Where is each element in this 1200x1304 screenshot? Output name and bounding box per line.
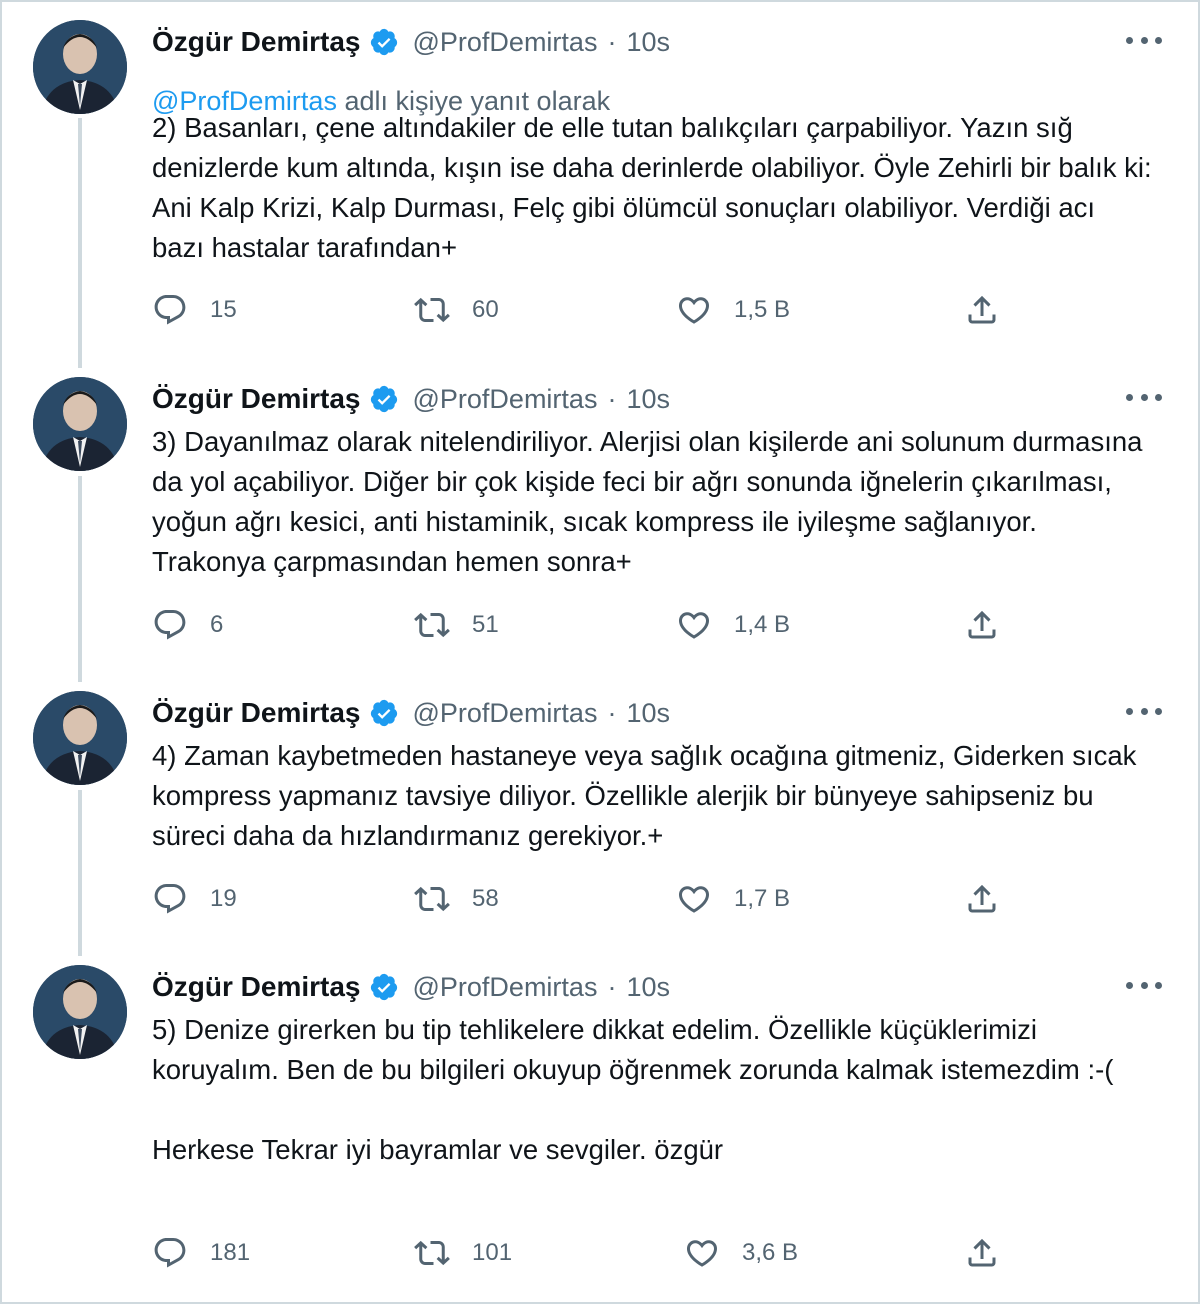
like-button[interactable]: 1,7 B <box>676 877 790 921</box>
author-name[interactable]: Özgür Demirtaş <box>152 26 361 58</box>
avatar[interactable] <box>33 377 127 471</box>
like-count: 1,5 B <box>734 296 791 323</box>
heart-icon <box>678 886 710 913</box>
tweet-header: Özgür Demirtaş @ProfDemirtas · 10s <box>152 695 670 731</box>
retweet-button[interactable]: 51 <box>414 603 499 647</box>
tweet-text: 4) Zaman kaybetmeden hastaneye veya sağl… <box>152 736 1152 856</box>
like-button[interactable]: 3,6 B <box>684 1231 798 1275</box>
reply-count: 6 <box>210 611 224 638</box>
heart-icon <box>678 612 710 639</box>
more-icon[interactable] <box>1126 32 1162 48</box>
like-count: 1,7 B <box>734 885 791 912</box>
reply-button[interactable]: 15 <box>152 288 237 332</box>
tweet[interactable]: Özgür Demirtaş @ProfDemirtas · 10s 3) Da… <box>0 377 1200 667</box>
tweet-actions: 19 58 1,7 B <box>152 877 1052 921</box>
avatar-image <box>33 965 127 1059</box>
separator: · <box>607 383 617 414</box>
verified-badge-icon <box>370 973 397 1001</box>
tweet-text: 2) Basanları, çene altındakiler de elle … <box>152 108 1152 268</box>
retweet-count: 51 <box>472 611 499 638</box>
retweet-button[interactable]: 60 <box>414 288 499 332</box>
tweet-timestamp[interactable]: 10s <box>626 384 670 415</box>
share-button[interactable] <box>964 877 1000 921</box>
reply-icon <box>154 884 186 914</box>
tweet-text: 3) Dayanılmaz olarak nitelendiriliyor. A… <box>152 422 1152 582</box>
author-handle[interactable]: @ProfDemirtas <box>413 27 598 58</box>
tweet-text-paragraph: Herkese Tekrar iyi bayramlar ve sevgiler… <box>152 1134 724 1165</box>
reply-icon <box>154 1238 186 1268</box>
retweet-icon <box>414 886 450 912</box>
reply-count: 15 <box>210 296 237 323</box>
avatar[interactable] <box>33 691 127 785</box>
avatar[interactable] <box>33 20 127 114</box>
heart-icon <box>686 1240 718 1267</box>
reply-button[interactable]: 19 <box>152 877 237 921</box>
tweet[interactable]: Özgür Demirtaş @ProfDemirtas · 10s @Prof… <box>0 20 1200 350</box>
author-handle[interactable]: @ProfDemirtas <box>413 698 598 729</box>
verified-badge-icon <box>370 699 397 727</box>
tweet-text-paragraph: 5) Denize girerken bu tip tehlikelere di… <box>152 1014 1114 1085</box>
separator: · <box>607 26 617 57</box>
retweet-button[interactable]: 58 <box>414 877 499 921</box>
reply-button[interactable]: 181 <box>152 1231 250 1275</box>
more-icon[interactable] <box>1126 703 1162 719</box>
retweet-icon <box>414 297 450 323</box>
retweet-icon <box>414 612 450 638</box>
author-name[interactable]: Özgür Demirtaş <box>152 383 361 415</box>
author-name[interactable]: Özgür Demirtaş <box>152 697 361 729</box>
retweet-count: 58 <box>472 885 499 912</box>
reply-icon <box>154 295 186 325</box>
retweet-icon <box>414 1240 450 1266</box>
share-button[interactable] <box>964 603 1000 647</box>
more-icon[interactable] <box>1126 977 1162 993</box>
tweet-text-paragraph: 4) Zaman kaybetmeden hastaneye veya sağl… <box>152 740 1145 851</box>
like-count: 3,6 B <box>742 1239 799 1266</box>
tweet-header: Özgür Demirtaş @ProfDemirtas · 10s <box>152 24 670 60</box>
verified-badge-icon <box>370 28 397 56</box>
share-icon <box>968 1238 996 1267</box>
tweet-timestamp[interactable]: 10s <box>626 698 670 729</box>
reply-icon <box>154 610 186 640</box>
reply-count: 19 <box>210 885 237 912</box>
like-count: 1,4 B <box>734 611 791 638</box>
tweet[interactable]: Özgür Demirtaş @ProfDemirtas · 10s 4) Za… <box>0 691 1200 941</box>
retweet-count: 60 <box>472 296 499 323</box>
separator: · <box>607 971 617 1002</box>
reply-count: 181 <box>210 1239 251 1266</box>
tweet-header: Özgür Demirtaş @ProfDemirtas · 10s <box>152 969 670 1005</box>
author-handle[interactable]: @ProfDemirtas <box>413 384 598 415</box>
reply-button[interactable]: 6 <box>152 603 223 647</box>
author-handle[interactable]: @ProfDemirtas <box>413 972 598 1003</box>
avatar[interactable] <box>33 965 127 1059</box>
avatar-image <box>33 20 127 114</box>
tweet-actions: 181 101 3,6 B <box>152 1231 1052 1275</box>
more-icon[interactable] <box>1126 389 1162 405</box>
retweet-count: 101 <box>472 1239 513 1266</box>
author-name[interactable]: Özgür Demirtaş <box>152 971 361 1003</box>
tweet-text-paragraph: 2) Basanları, çene altındakiler de elle … <box>152 112 1158 263</box>
share-icon <box>968 884 996 913</box>
share-button[interactable] <box>964 1231 1000 1275</box>
avatar-image <box>33 377 127 471</box>
like-button[interactable]: 1,5 B <box>676 288 790 332</box>
separator: · <box>607 697 617 728</box>
tweet-text-paragraph: 3) Dayanılmaz olarak nitelendiriliyor. A… <box>152 426 1151 577</box>
share-icon <box>968 295 996 324</box>
retweet-button[interactable]: 101 <box>414 1231 512 1275</box>
share-icon <box>968 610 996 639</box>
avatar-image <box>33 691 127 785</box>
share-button[interactable] <box>964 288 1000 332</box>
tweet-header: Özgür Demirtaş @ProfDemirtas · 10s <box>152 381 670 417</box>
tweet-actions: 6 51 1,4 B <box>152 603 1052 647</box>
tweet[interactable]: Özgür Demirtaş @ProfDemirtas · 10s 5) De… <box>0 965 1200 1285</box>
tweet-text: 5) Denize girerken bu tip tehlikelere di… <box>152 1010 1152 1170</box>
verified-badge-icon <box>370 385 397 413</box>
like-button[interactable]: 1,4 B <box>676 603 790 647</box>
tweet-timestamp[interactable]: 10s <box>626 972 670 1003</box>
tweet-actions: 15 60 1,5 B <box>152 288 1052 332</box>
heart-icon <box>678 297 710 324</box>
tweet-timestamp[interactable]: 10s <box>626 27 670 58</box>
